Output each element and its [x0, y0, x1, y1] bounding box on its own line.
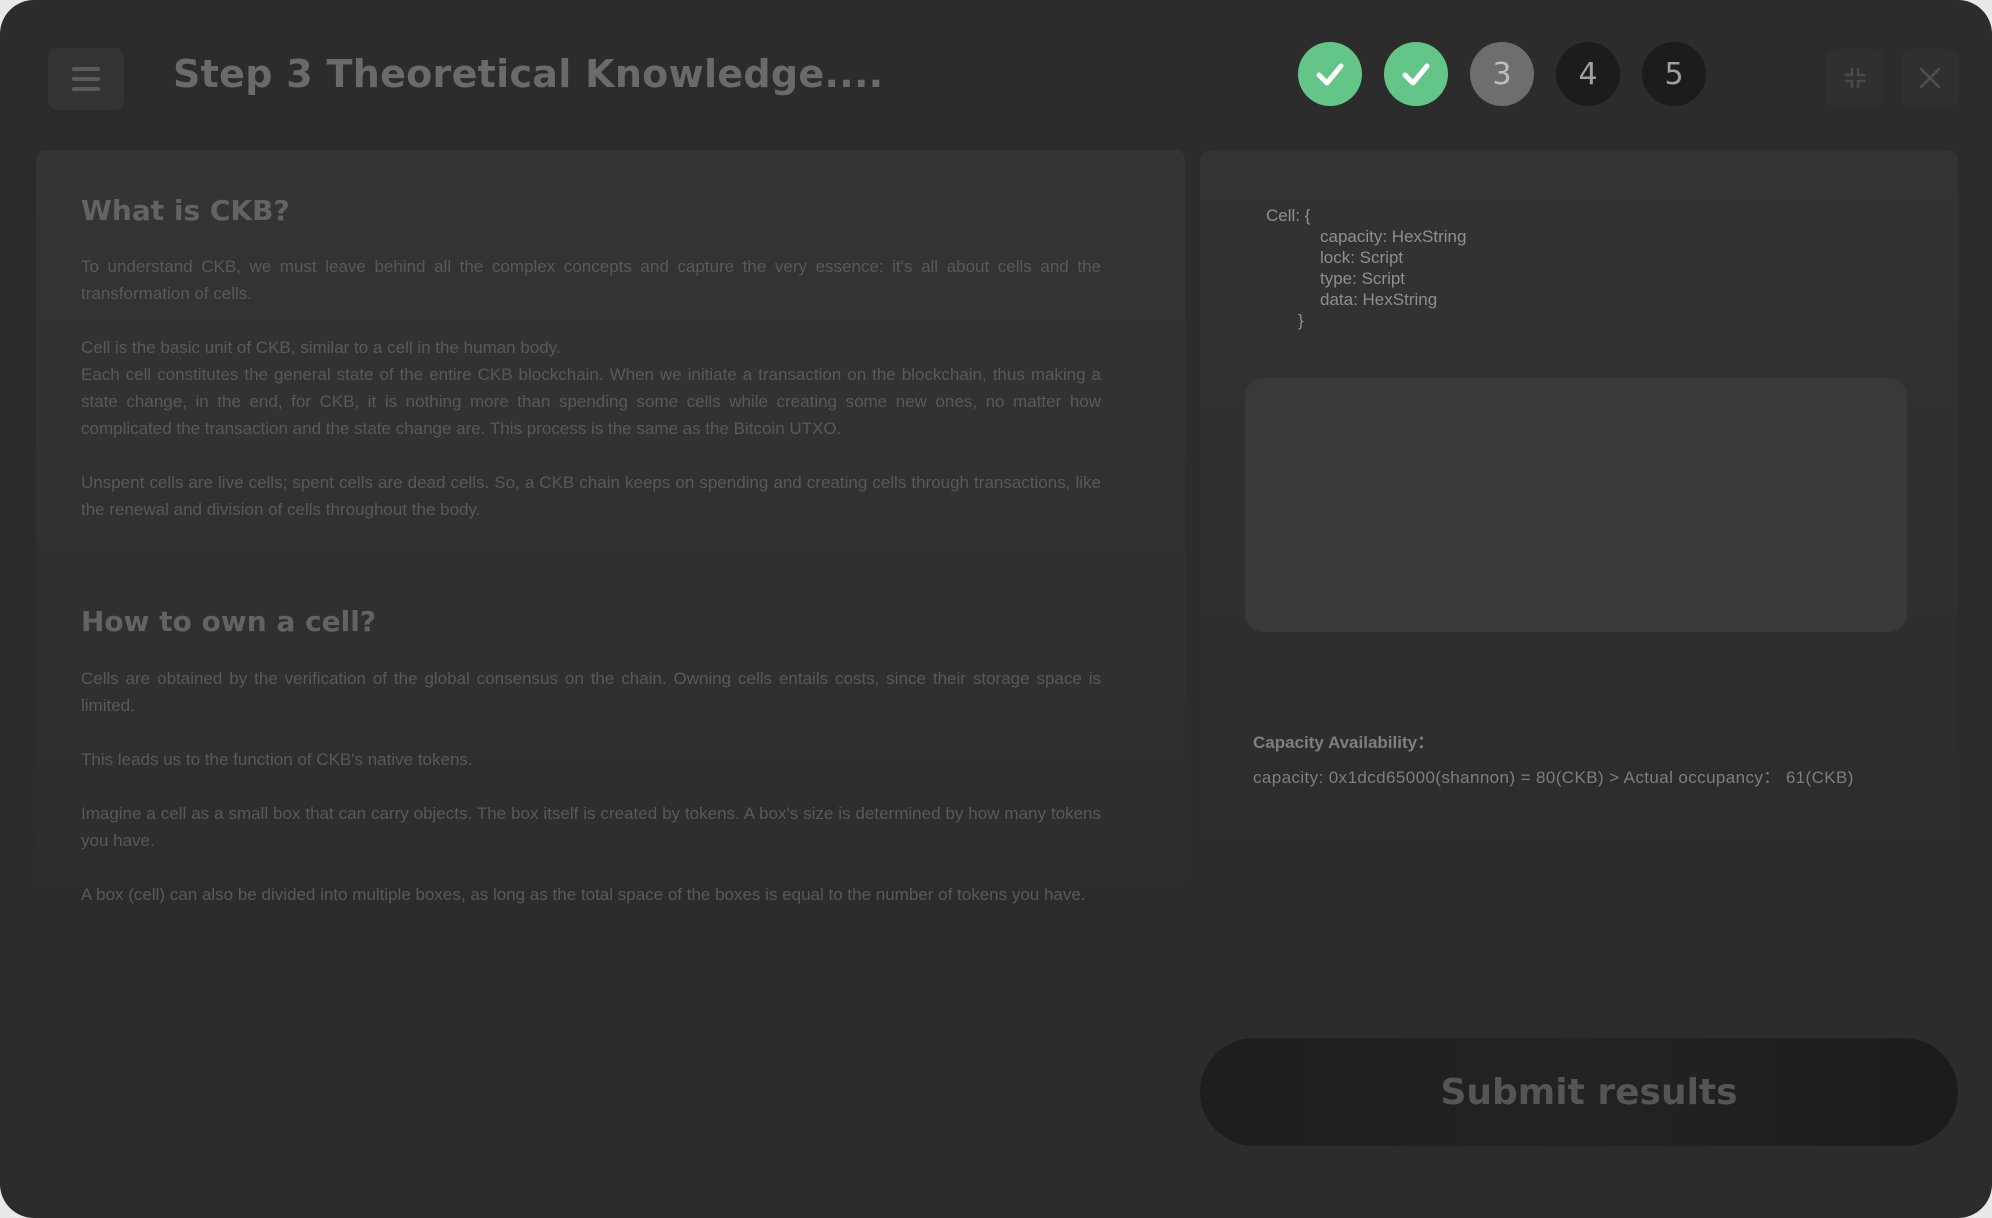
code-line: data: HexString: [1320, 290, 1438, 309]
close-button[interactable]: [1901, 49, 1959, 107]
paragraph: Unspent cells are live cells; spent cell…: [81, 473, 1101, 519]
check-icon: [1402, 63, 1430, 86]
check-icon: [1316, 63, 1344, 86]
step-2: [1384, 42, 1448, 106]
paragraph: Cell is the basic unit of CKB, similar t…: [81, 338, 561, 357]
paragraph: To understand CKB, we must leave behind …: [81, 257, 1101, 303]
theory-panel: What is CKB? To understand CKB, we must …: [36, 150, 1185, 990]
close-icon: [1919, 67, 1941, 89]
menu-button[interactable]: [48, 48, 124, 110]
section-heading-what-is-ckb: What is CKB?: [81, 194, 290, 227]
submit-results-button[interactable]: Submit results: [1200, 1038, 1958, 1146]
section-heading-own-cell: How to own a cell?: [81, 605, 377, 638]
code-sample: Cell: { capacity: HexString lock: Script…: [1266, 205, 1466, 331]
menu-icon: [72, 67, 100, 91]
modal-window: Step 3 Theoretical Knowledge.... 3 4 5 W…: [0, 0, 1992, 1218]
minimize-button[interactable]: [1826, 49, 1884, 107]
code-line: type: Script: [1320, 269, 1406, 288]
paragraph: This leads us to the function of CKB's n…: [81, 750, 473, 769]
paragraph: Imagine a cell as a small box that can c…: [81, 804, 1101, 850]
step-1: [1298, 42, 1362, 106]
capacity-value: capacity: 0x1dcd65000(shannon) = 80(CKB)…: [1253, 768, 1854, 787]
code-line: capacity: HexString: [1320, 227, 1467, 246]
practice-panel: Cell: { capacity: HexString lock: Script…: [1200, 150, 1958, 1035]
paragraph: Cells are obtained by the verification o…: [81, 669, 1101, 715]
page-title: Step 3 Theoretical Knowledge....: [173, 52, 884, 96]
paragraph: Each cell constitutes the general state …: [81, 365, 1101, 438]
paragraph: A box (cell) can also be divided into mu…: [81, 885, 1086, 904]
code-line: }: [1298, 311, 1304, 330]
capacity-label: Capacity Availability：: [1253, 733, 1435, 752]
step-5: 5: [1642, 42, 1706, 106]
code-line: Cell: {: [1266, 206, 1311, 225]
step-4: 4: [1556, 42, 1620, 106]
code-line: lock: Script: [1320, 248, 1404, 267]
step-3: 3: [1470, 42, 1534, 106]
answer-editor[interactable]: [1245, 378, 1907, 632]
collapse-icon: [1844, 67, 1866, 89]
